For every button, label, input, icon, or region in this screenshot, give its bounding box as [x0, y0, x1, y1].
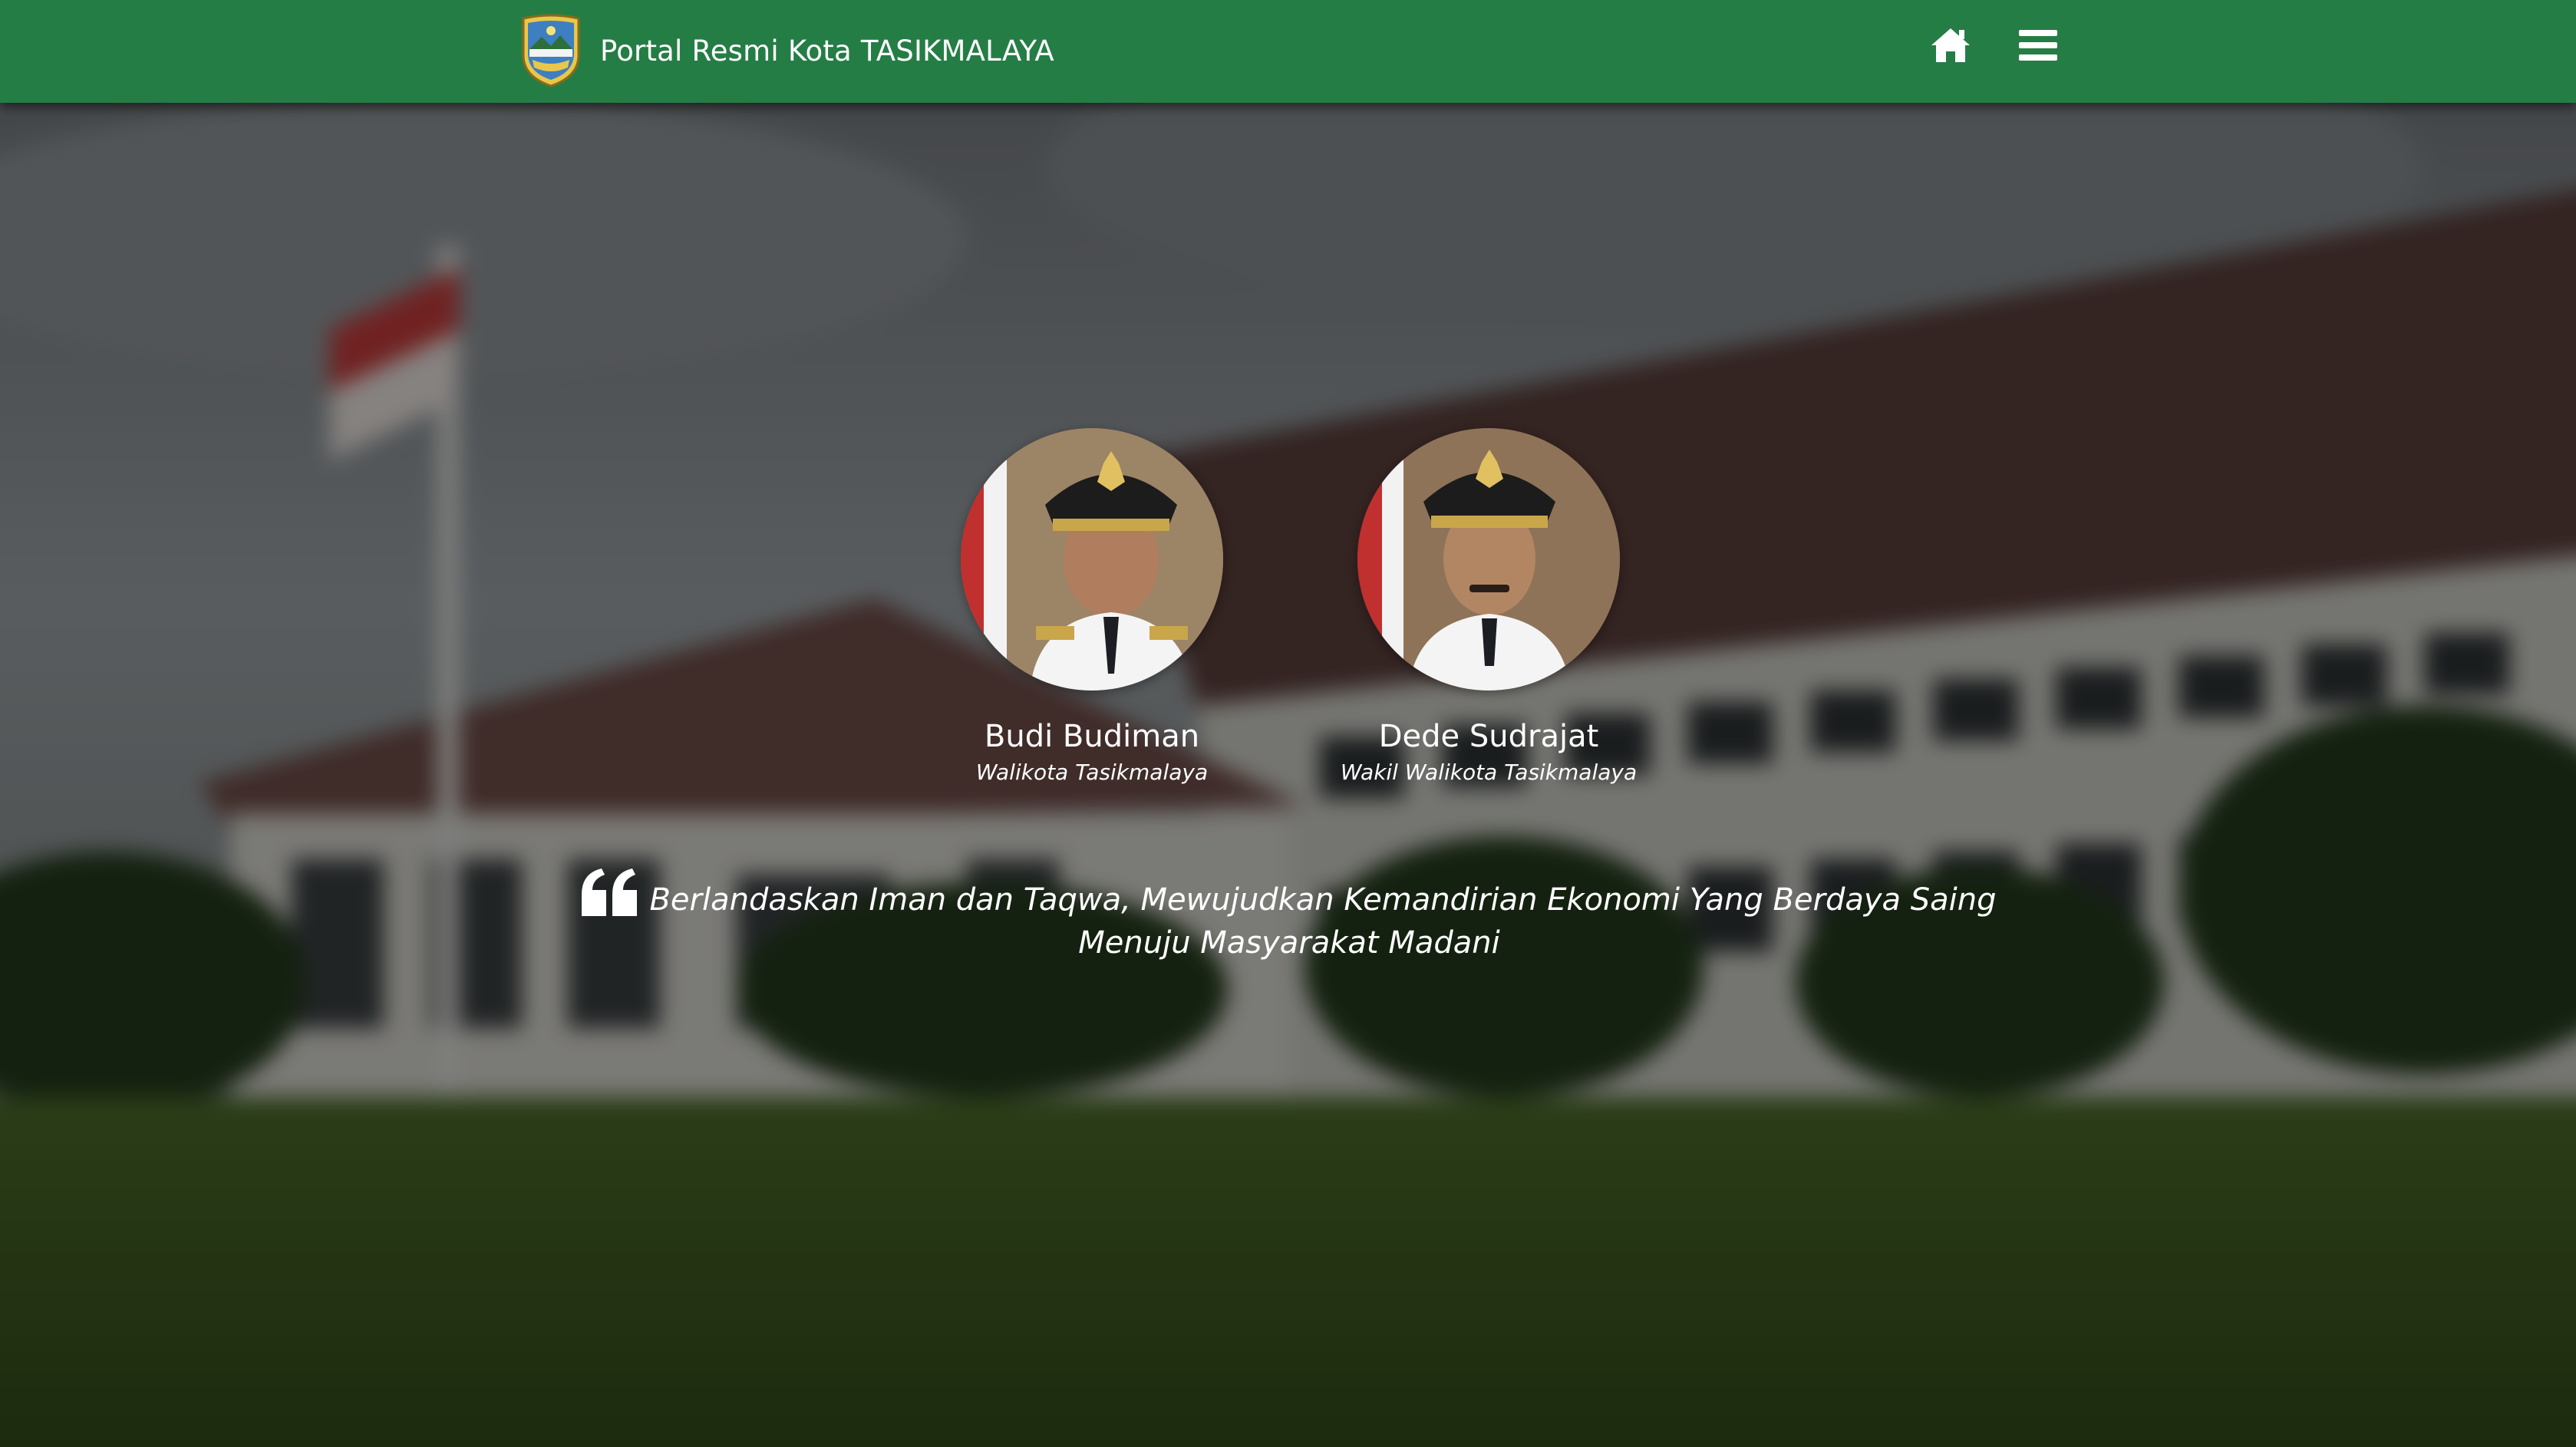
vice-mayor-title: Wakil Walikota Tasikmalaya — [1340, 760, 1638, 785]
vice-mayor-portrait — [1357, 428, 1620, 691]
vice-mayor-photo — [1357, 428, 1620, 691]
hamburger-menu-icon — [2019, 30, 2057, 61]
menu-button[interactable] — [2015, 22, 2061, 68]
home-button[interactable] — [1928, 22, 1974, 68]
page: Portal Resmi Kota TASIKMALAYA Budi Budim… — [0, 0, 2576, 1447]
motto-quote: Berlandaskan Iman dan Taqwa, Mewujudkan … — [552, 869, 2026, 964]
vice-mayor-name: Dede Sudrajat — [1378, 719, 1599, 754]
official-card-mayor: Budi Budiman Walikota Tasikmalaya — [892, 428, 1291, 786]
navbar-actions — [1928, 20, 2061, 71]
city-emblem-icon — [522, 14, 580, 87]
home-icon — [1931, 28, 1970, 62]
mayor-title: Walikota Tasikmalaya — [975, 760, 1209, 785]
site-title: Portal Resmi Kota TASIKMALAYA — [600, 34, 1054, 68]
motto-text: Berlandaskan Iman dan Taqwa, Mewujudkan … — [649, 882, 1997, 961]
mayor-photo — [961, 428, 1223, 691]
site-brand-link[interactable]: Portal Resmi Kota TASIKMALAYA — [519, 14, 1054, 87]
official-card-vice-mayor: Dede Sudrajat Wakil Walikota Tasikmalaya — [1289, 428, 1688, 786]
top-navbar: Portal Resmi Kota TASIKMALAYA — [0, 0, 2576, 103]
mayor-name: Budi Budiman — [984, 719, 1200, 754]
quote-left-icon — [582, 869, 638, 916]
mayor-portrait — [961, 428, 1223, 691]
